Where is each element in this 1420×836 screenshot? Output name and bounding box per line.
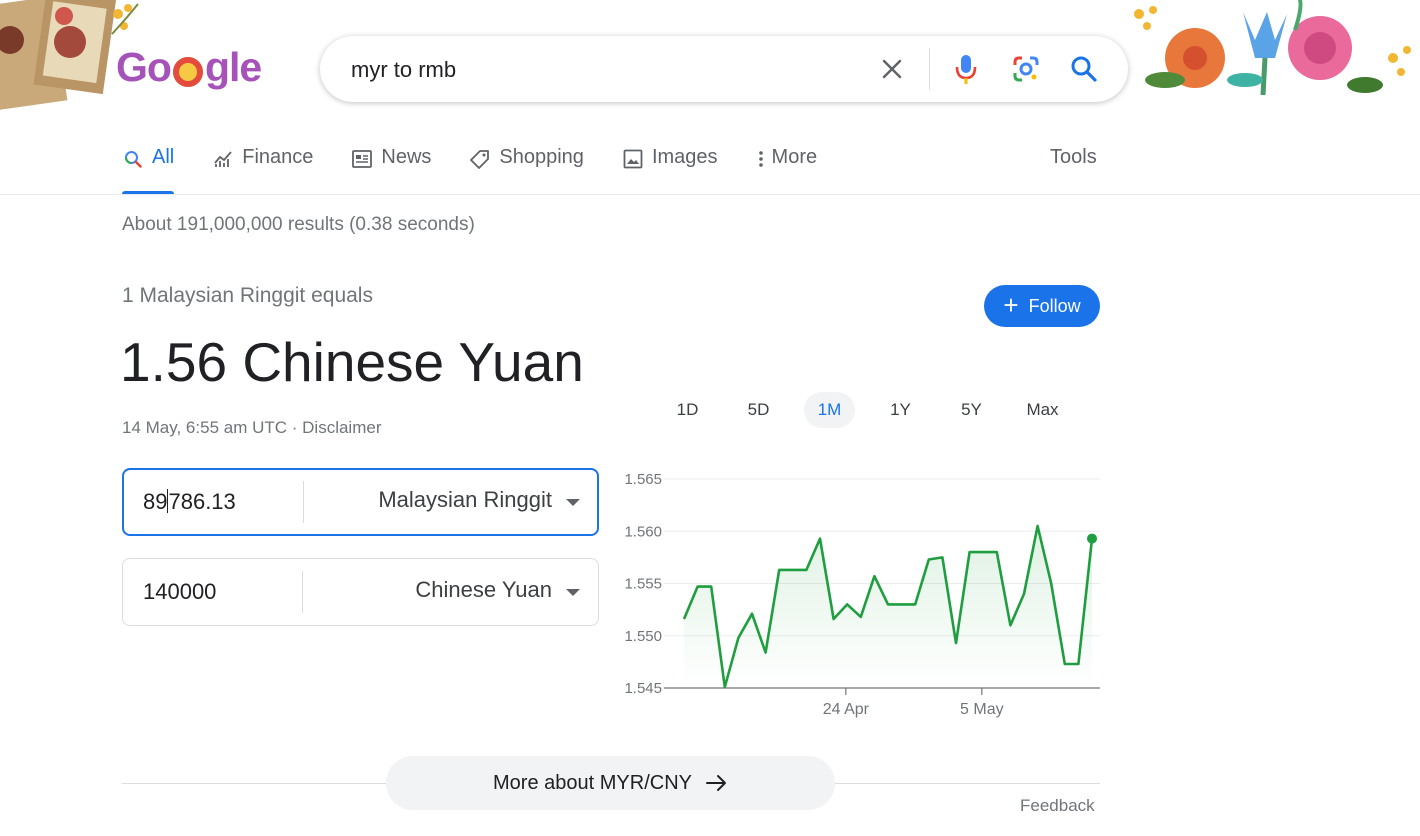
search-box[interactable]: myr to rmb bbox=[320, 36, 1128, 102]
finance-chart-icon bbox=[212, 148, 234, 170]
news-icon bbox=[351, 148, 373, 170]
more-about-button[interactable]: More about MYR/CNY bbox=[386, 756, 835, 810]
plus-icon: + bbox=[1003, 290, 1019, 320]
search-input[interactable]: myr to rmb bbox=[351, 57, 456, 83]
google-logo[interactable]: Go gle bbox=[116, 44, 262, 91]
follow-button[interactable]: + Follow bbox=[984, 285, 1100, 327]
clear-icon[interactable] bbox=[876, 53, 908, 85]
search-divider bbox=[929, 48, 930, 90]
y-tick-label: 1.560 bbox=[624, 523, 662, 540]
x-tick-label: 5 May bbox=[960, 701, 1004, 718]
to-currency-box: 140000 Chinese Yuan bbox=[122, 558, 599, 626]
range-1d[interactable]: 1D bbox=[662, 392, 713, 428]
tag-icon bbox=[469, 148, 491, 170]
equals-label: 1 Malaysian Ringgit equals bbox=[122, 284, 373, 307]
tab-news[interactable]: News bbox=[351, 146, 431, 194]
dropdown-arrow-icon[interactable] bbox=[566, 589, 580, 596]
field-separator bbox=[302, 571, 303, 613]
y-tick-label: 1.565 bbox=[624, 471, 662, 488]
amount-text-before-cursor: 89 bbox=[143, 489, 168, 514]
tools-button[interactable]: Tools bbox=[1050, 146, 1097, 169]
lens-camera-icon[interactable] bbox=[1010, 53, 1042, 85]
x-tick-label: 24 Apr bbox=[823, 701, 870, 718]
range-5y[interactable]: 5Y bbox=[946, 392, 997, 428]
from-currency-box: 89786.13 Malaysian Ringgit bbox=[122, 468, 599, 536]
tab-finance[interactable]: Finance bbox=[212, 146, 313, 194]
microphone-icon[interactable] bbox=[950, 53, 982, 85]
y-tick-label: 1.545 bbox=[624, 680, 662, 697]
range-1m[interactable]: 1M bbox=[804, 392, 855, 428]
exchange-rate-chart: 1.565 1.560 1.555 1.550 1.545 24 Apr 5 May bbox=[624, 471, 1100, 718]
latest-rate-dot bbox=[1087, 533, 1097, 544]
image-icon bbox=[622, 148, 644, 170]
tab-images[interactable]: Images bbox=[622, 146, 718, 194]
from-amount-input[interactable]: 89786.13 bbox=[143, 489, 236, 515]
more-vertical-icon bbox=[756, 148, 766, 170]
time-range-selector: 1D 5D 1M 1Y 5Y Max bbox=[662, 392, 1088, 428]
tab-label: Images bbox=[651, 146, 718, 168]
tab-shopping[interactable]: Shopping bbox=[469, 146, 584, 194]
more-about-label: More about MYR/CNY bbox=[493, 771, 692, 794]
search-icon bbox=[122, 148, 144, 170]
to-currency-select[interactable]: Chinese Yuan bbox=[415, 577, 552, 603]
range-5d[interactable]: 5D bbox=[733, 392, 784, 428]
tab-label: News bbox=[381, 146, 432, 168]
tab-all[interactable]: All bbox=[122, 146, 175, 194]
doodle-decoration-right bbox=[1134, 0, 1411, 96]
conversion-result: 1.56 Chinese Yuan bbox=[120, 331, 584, 393]
search-icon[interactable] bbox=[1068, 53, 1100, 85]
tab-label: All bbox=[152, 146, 175, 168]
y-tick-label: 1.555 bbox=[624, 576, 662, 593]
y-tick-label: 1.550 bbox=[624, 628, 662, 645]
tab-label: Finance bbox=[242, 146, 314, 168]
tab-label: More bbox=[771, 146, 818, 168]
disclaimer-link[interactable]: Disclaimer bbox=[302, 418, 381, 437]
rate-area-fill bbox=[684, 526, 1092, 688]
follow-label: Follow bbox=[1028, 295, 1081, 316]
timestamp-text: 14 May, 6:55 am UTC · bbox=[122, 418, 303, 437]
results-count: About 191,000,000 results (0.38 seconds) bbox=[122, 214, 475, 235]
search-tabs: All Finance News Shopping Images More bbox=[122, 146, 855, 194]
tab-more[interactable]: More bbox=[756, 146, 818, 194]
range-max[interactable]: Max bbox=[1017, 392, 1068, 428]
dropdown-arrow-icon[interactable] bbox=[566, 499, 580, 506]
from-currency-select[interactable]: Malaysian Ringgit bbox=[378, 487, 552, 513]
feedback-link[interactable]: Feedback bbox=[1020, 796, 1095, 816]
amount-text-after-cursor: 786.13 bbox=[168, 489, 236, 514]
field-separator bbox=[303, 481, 304, 523]
arrow-right-icon bbox=[705, 774, 728, 792]
to-amount-input[interactable]: 140000 bbox=[143, 579, 216, 605]
timestamp: 14 May, 6:55 am UTC · Disclaimer bbox=[122, 418, 381, 438]
tab-label: Shopping bbox=[499, 146, 584, 168]
range-1y[interactable]: 1Y bbox=[875, 392, 926, 428]
tabs-divider bbox=[0, 194, 1420, 195]
